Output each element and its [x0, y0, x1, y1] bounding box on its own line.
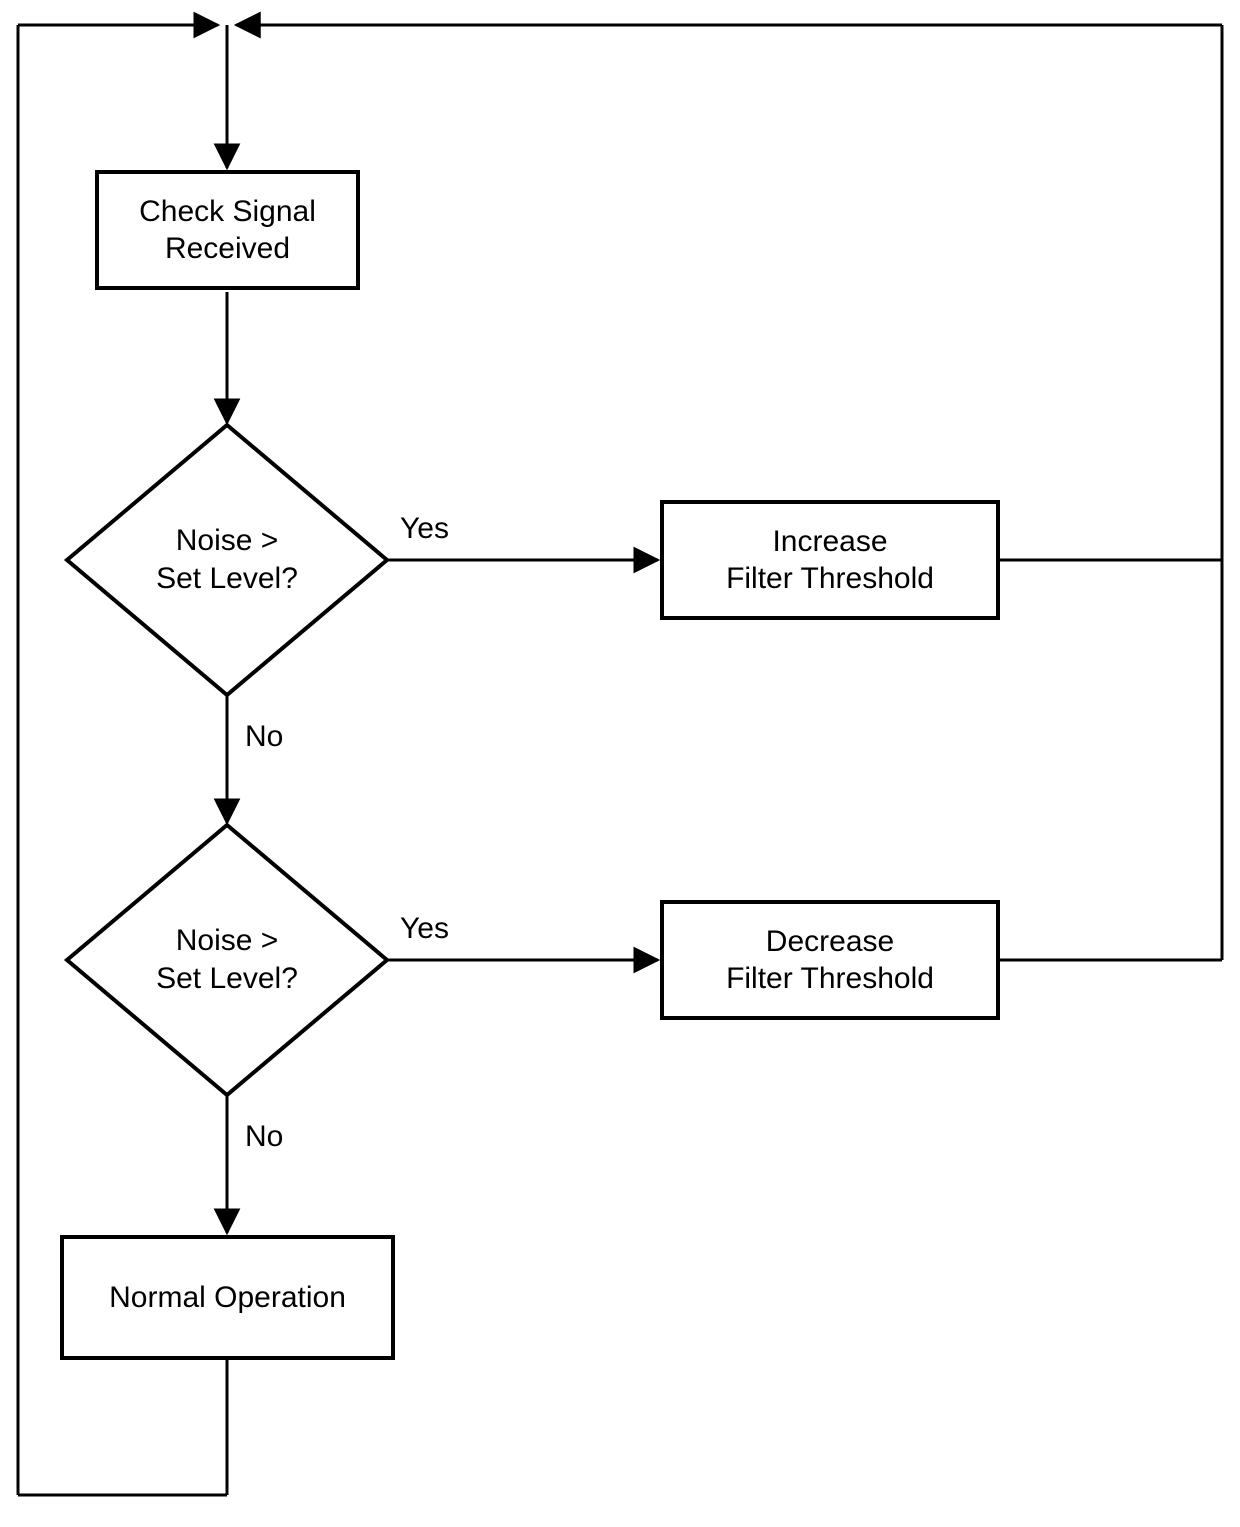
decision-1: Noise > Set Level? — [117, 522, 337, 597]
decision-2: Noise > Set Level? — [117, 922, 337, 997]
edge-d2-no: No — [245, 1120, 283, 1154]
edge-d1-yes: Yes — [400, 512, 449, 546]
process-decrease-threshold-label: Decrease Filter Threshold — [726, 923, 934, 998]
process-check-signal-label: Check Signal Received — [139, 193, 316, 268]
decision-2-label: Noise > Set Level? — [156, 924, 298, 995]
process-increase-threshold: Increase Filter Threshold — [660, 500, 1000, 620]
edge-d1-no: No — [245, 720, 283, 754]
edge-d2-yes: Yes — [400, 912, 449, 946]
process-normal-operation-label: Normal Operation — [109, 1279, 346, 1317]
process-decrease-threshold: Decrease Filter Threshold — [660, 900, 1000, 1020]
process-normal-operation: Normal Operation — [60, 1235, 395, 1360]
decision-1-label: Noise > Set Level? — [156, 524, 298, 595]
process-increase-threshold-label: Increase Filter Threshold — [726, 523, 934, 598]
process-check-signal: Check Signal Received — [95, 170, 360, 290]
